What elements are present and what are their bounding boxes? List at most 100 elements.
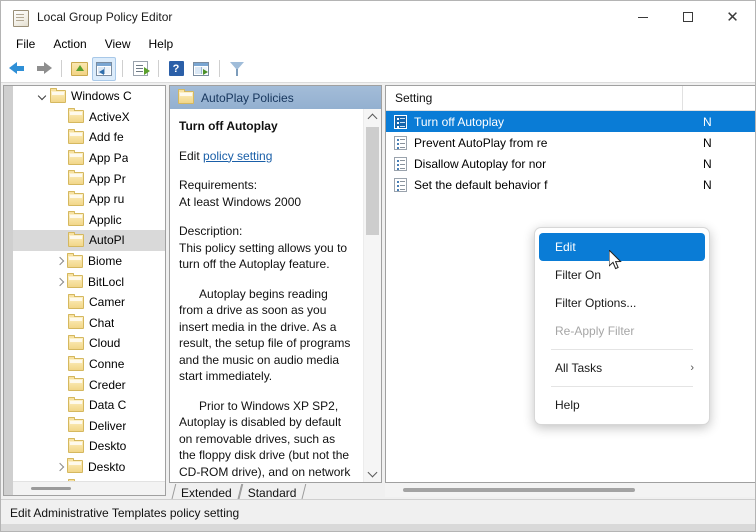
filter-button[interactable] xyxy=(225,57,249,81)
tree-vertical-scrollbar[interactable] xyxy=(4,86,13,495)
context-menu-edit[interactable]: Edit xyxy=(539,233,705,261)
tree-item[interactable]: Deskto xyxy=(13,436,165,457)
context-menu-help[interactable]: Help xyxy=(539,391,705,419)
export-list-button[interactable] xyxy=(128,57,152,81)
context-menu-item-label: Filter On xyxy=(555,268,602,282)
caption-buttons: ✕ xyxy=(620,1,755,33)
tree-item[interactable]: BitLocl xyxy=(13,271,165,292)
settings-list-horizontal-scrollbar[interactable] xyxy=(385,483,755,497)
folder-icon xyxy=(67,252,83,268)
forward-button[interactable] xyxy=(31,57,55,81)
tree-item[interactable]: ActiveX xyxy=(13,107,165,128)
title-bar[interactable]: Local Group Policy Editor ✕ xyxy=(1,1,755,33)
tree-item[interactable]: Camer xyxy=(13,292,165,313)
description-paragraph-2: Prior to Windows XP SP2, Autoplay is dis… xyxy=(179,398,354,483)
show-hide-console-tree-button[interactable] xyxy=(92,56,116,81)
context-menu-item-label: All Tasks xyxy=(555,361,603,375)
description-label: Description: xyxy=(179,224,243,238)
show-hide-action-pane-button[interactable] xyxy=(189,57,213,81)
column-header-state[interactable] xyxy=(683,86,691,110)
tree-item[interactable]: App Pr xyxy=(13,168,165,189)
folder-icon xyxy=(67,273,83,289)
settings-list-row[interactable]: Turn off Autoplay N xyxy=(386,111,755,132)
description-paragraph-1: Autoplay begins reading from a drive as … xyxy=(179,286,354,385)
policy-detail-body: Turn off Autoplay Edit policy setting Re… xyxy=(170,109,381,482)
menu-file[interactable]: File xyxy=(7,35,44,53)
folder-icon xyxy=(68,293,84,309)
tree-item[interactable]: Biome xyxy=(13,251,165,272)
tree-item[interactable]: App Pa xyxy=(13,148,165,169)
tree-item[interactable]: Deskto xyxy=(13,457,165,478)
policy-setting-icon xyxy=(394,114,407,129)
menu-view[interactable]: View xyxy=(96,35,140,53)
tree-item-label: AutoPl xyxy=(89,233,125,248)
tree-item[interactable]: Chat xyxy=(13,313,165,334)
detail-vertical-scrollbar[interactable] xyxy=(363,109,381,482)
chevron-right-icon[interactable] xyxy=(52,463,67,471)
tree-item[interactable]: Deliver xyxy=(13,416,165,437)
folder-icon xyxy=(68,149,84,165)
menu-help[interactable]: Help xyxy=(140,35,183,53)
status-bar-text: Edit Administrative Templates policy set… xyxy=(10,506,240,520)
policy-detail-header-label: AutoPlay Policies xyxy=(201,90,294,105)
back-button[interactable] xyxy=(6,57,30,81)
toolbar: ? xyxy=(1,55,755,83)
context-menu-separator xyxy=(551,349,693,350)
settings-list-row-name: Turn off Autoplay xyxy=(414,114,505,129)
scroll-down-button[interactable] xyxy=(364,465,381,482)
settings-list-scroll-thumb[interactable] xyxy=(403,488,635,492)
folder-icon xyxy=(178,89,194,104)
tree-item-label: Cloud xyxy=(89,336,121,351)
tree-item-label: Conne xyxy=(89,357,125,372)
help-button[interactable]: ? xyxy=(164,57,188,81)
tree-horizontal-scrollbar[interactable] xyxy=(13,481,165,495)
tree-item[interactable]: Conne xyxy=(13,354,165,375)
settings-list-row-name: Disallow Autoplay for nor xyxy=(414,156,547,171)
scroll-up-button[interactable] xyxy=(364,109,381,126)
close-button[interactable]: ✕ xyxy=(710,1,755,33)
tree-horizontal-scroll-thumb[interactable] xyxy=(31,487,71,490)
requirements-block: Requirements: At least Windows 2000 xyxy=(179,177,354,210)
tree-item-label: Creder xyxy=(89,377,126,392)
settings-list-row[interactable]: Prevent AutoPlay from re N xyxy=(386,132,755,153)
maximize-button[interactable] xyxy=(665,1,710,33)
tree-item[interactable]: Add fe xyxy=(13,127,165,148)
settings-list-row[interactable]: Disallow Autoplay for nor N xyxy=(386,153,755,174)
tree-item[interactable]: App ru xyxy=(13,189,165,210)
policy-detail-header: AutoPlay Policies xyxy=(170,86,381,109)
chevron-right-icon[interactable] xyxy=(52,257,67,265)
folder-icon xyxy=(68,108,84,124)
folder-icon xyxy=(68,334,84,350)
tree-item[interactable]: Creder xyxy=(13,374,165,395)
edit-prefix-label: Edit xyxy=(179,148,200,163)
tree-item[interactable]: Cloud xyxy=(13,333,165,354)
column-header-setting[interactable]: Setting xyxy=(386,86,683,110)
context-menu-all-tasks[interactable]: All Tasks › xyxy=(539,354,705,382)
tree-item-label: App ru xyxy=(89,192,125,207)
status-bar-band xyxy=(1,524,755,531)
context-menu-filter-options[interactable]: Filter Options... xyxy=(539,289,705,317)
tree-item[interactable]: Windows C xyxy=(13,86,165,107)
filter-funnel-icon xyxy=(229,61,245,76)
requirements-value: At least Windows 2000 xyxy=(179,194,302,209)
detail-scroll-thumb[interactable] xyxy=(366,127,379,235)
action-pane-icon xyxy=(193,61,209,76)
folder-icon xyxy=(68,128,84,144)
tree-item-label: Add fe xyxy=(89,130,124,145)
tree-item[interactable]: Applic xyxy=(13,210,165,231)
edit-policy-setting-link[interactable]: policy setting xyxy=(203,149,272,163)
up-one-level-button[interactable] xyxy=(67,57,91,81)
toolbar-separator xyxy=(219,60,220,77)
menu-action[interactable]: Action xyxy=(44,35,95,53)
minimize-button[interactable] xyxy=(620,1,665,33)
tree-item[interactable]: Data C xyxy=(13,395,165,416)
chevron-right-icon[interactable] xyxy=(52,278,67,286)
context-menu-filter-on[interactable]: Filter On xyxy=(539,261,705,289)
tree-item-label: Deskto xyxy=(89,439,127,454)
requirements-label: Requirements: xyxy=(179,178,258,192)
chevron-down-icon[interactable] xyxy=(35,92,50,100)
tree-item[interactable]: AutoPl xyxy=(13,230,165,251)
settings-list-row[interactable]: Set the default behavior f N xyxy=(386,174,755,195)
content-area: Windows C ActiveX Add fe App Pa App Pr App ru… xyxy=(1,84,755,500)
window-title: Local Group Policy Editor xyxy=(37,10,173,24)
